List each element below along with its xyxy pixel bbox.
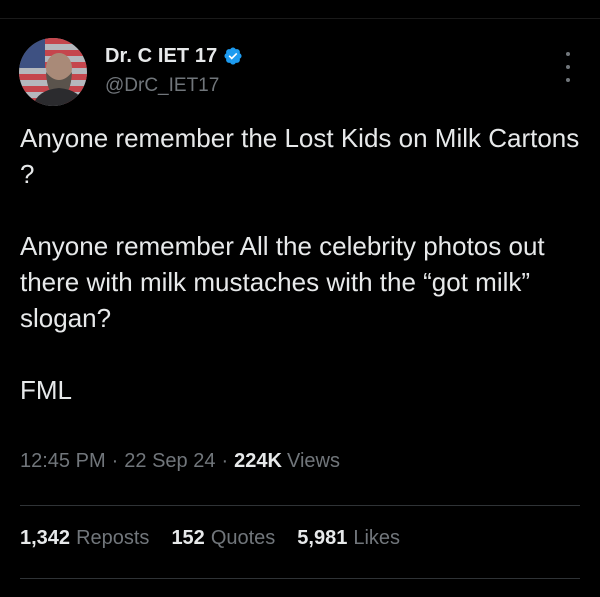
reposts-stat[interactable]: 1,342 Reposts	[20, 527, 149, 550]
tweet-text: Anyone remember the Lost Kids on Milk Ca…	[20, 123, 580, 405]
verified-badge-icon	[223, 46, 243, 66]
author-name-row: Dr. C IET 17	[105, 44, 243, 68]
stats-divider-top	[20, 505, 580, 506]
separator-dot: ·	[221, 450, 229, 472]
more-options-icon[interactable]	[558, 52, 578, 82]
tweet-time[interactable]: 12:45 PM	[20, 450, 106, 473]
quotes-stat[interactable]: 152 Quotes	[171, 527, 275, 550]
quotes-count: 152	[171, 527, 205, 549]
reposts-count: 1,342	[20, 527, 71, 549]
likes-count: 5,981	[297, 527, 348, 549]
views-count[interactable]: 224K	[234, 450, 282, 473]
likes-stat[interactable]: 5,981 Likes	[297, 527, 400, 550]
author-handle[interactable]: @DrC_IET17	[105, 75, 219, 97]
avatar-image	[19, 38, 87, 106]
quotes-label: Quotes	[210, 527, 276, 549]
tweet-meta: 12:45 PM · 22 Sep 24 · 224K Views	[20, 450, 340, 473]
tweet: Dr. C IET 17 @DrC_IET17 Anyone remember …	[0, 0, 600, 597]
engagement-stats: 1,342 Reposts 152 Quotes 5,981 Likes	[20, 527, 422, 550]
avatar[interactable]	[19, 38, 87, 106]
tweet-date[interactable]: 22 Sep 24	[124, 450, 215, 473]
separator-dot: ·	[111, 450, 119, 472]
stats-divider-bottom	[20, 578, 580, 579]
display-name[interactable]: Dr. C IET 17	[105, 45, 217, 68]
reposts-label: Reposts	[76, 527, 150, 549]
views-label: Views	[286, 450, 340, 472]
likes-label: Likes	[353, 527, 401, 549]
